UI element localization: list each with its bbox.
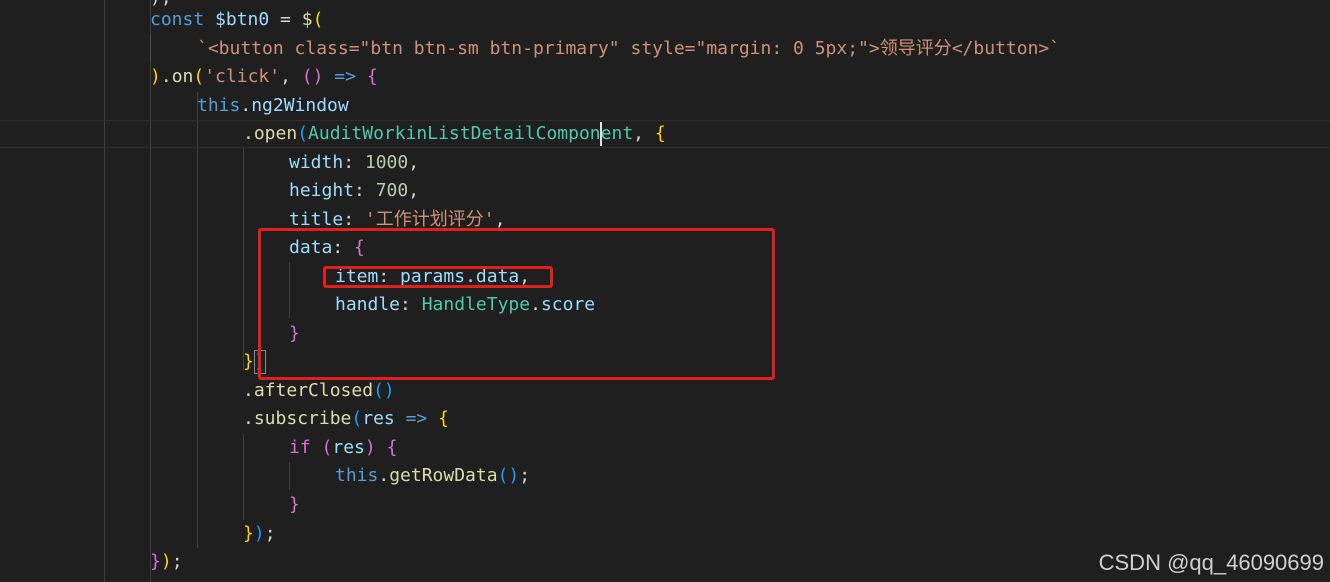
code-token: (): [497, 465, 520, 486]
code-line[interactable]: .subscribe(res => {: [0, 405, 1330, 433]
code-token: ,: [633, 123, 655, 144]
code-line[interactable]: const $btn0 = $(: [0, 6, 1330, 34]
code-token: (: [321, 437, 333, 458]
code-token: title: [289, 209, 344, 230]
code-token: ,: [280, 66, 302, 87]
watermark: CSDN @qq_46090699: [1098, 550, 1324, 575]
code-line[interactable]: ).on('click', () => {: [0, 63, 1330, 91]
code-token: getRowData: [389, 465, 498, 486]
code-token: ng2Window: [251, 95, 349, 116]
code-token: (: [193, 66, 205, 87]
code-token: $btn0: [215, 9, 270, 30]
code-line[interactable]: });: [0, 520, 1330, 548]
code-token: .: [240, 95, 252, 116]
code-token: (: [297, 123, 309, 144]
code-token: }: [243, 523, 254, 544]
code-token: res: [332, 437, 365, 458]
code-token: `<button class="btn btn-sm btn-primary" …: [197, 38, 1061, 59]
code-line[interactable]: .open(AuditWorkinListDetailComponent, {: [0, 120, 1330, 148]
code-token: const: [150, 9, 216, 30]
code-token: 1000: [364, 152, 409, 173]
code-token: =>: [323, 66, 367, 87]
text-cursor: [600, 122, 602, 146]
code-token: (): [301, 66, 324, 87]
code-token: ;: [171, 551, 183, 572]
code-token: :: [354, 180, 376, 201]
code-line[interactable]: if (res) {: [0, 434, 1330, 462]
code-token: (: [312, 9, 324, 30]
code-token: res: [362, 408, 395, 429]
code-token: :: [343, 209, 365, 230]
code-token: subscribe: [253, 408, 352, 429]
code-token: }: [243, 351, 254, 372]
code-token: on: [171, 66, 194, 87]
code-token: {: [386, 437, 398, 458]
code-token: ): [253, 523, 265, 544]
code-token: ,: [408, 180, 420, 201]
code-token: ): [364, 437, 376, 458]
code-line[interactable]: .afterClosed(): [0, 377, 1330, 405]
code-token: =: [269, 9, 302, 30]
code-line[interactable]: `<button class="btn btn-sm btn-primary" …: [0, 35, 1330, 63]
code-token: .: [243, 380, 254, 401]
code-token: AuditWorkinListDetailComponent: [308, 123, 634, 144]
code-token: if: [289, 437, 311, 458]
code-token: (): [373, 380, 395, 401]
code-token: ): [160, 551, 172, 572]
code-token: height: [289, 180, 355, 201]
code-token: ;: [519, 465, 531, 486]
code-token: $: [301, 9, 313, 30]
code-token: '工作计划评分': [364, 209, 495, 230]
code-token: .: [243, 123, 254, 144]
code-token: ,: [494, 209, 506, 230]
code-token: afterClosed: [253, 380, 374, 401]
code-token: =>: [394, 408, 439, 429]
annotation-box-data-object: [258, 228, 775, 380]
code-token: this: [197, 95, 241, 116]
code-token: (: [351, 408, 363, 429]
code-token: 'click': [204, 66, 281, 87]
annotation-box-item-line: [323, 266, 553, 288]
code-token: ,: [408, 152, 420, 173]
code-token: }: [150, 551, 161, 572]
code-token: ;: [264, 523, 276, 544]
code-token: open: [253, 123, 298, 144]
code-token: }: [289, 494, 300, 515]
code-line[interactable]: this.getRowData();: [0, 462, 1330, 490]
code-line[interactable]: width: 1000,: [0, 149, 1330, 177]
code-token: {: [438, 408, 449, 429]
code-token: {: [366, 66, 378, 87]
code-editor[interactable]: ); const $btn0 = $( `<button class="btn …: [0, 0, 1330, 582]
code-token: .: [378, 465, 390, 486]
code-line[interactable]: this.ng2Window: [0, 92, 1330, 120]
code-token: {: [654, 123, 666, 144]
code-token: .: [160, 66, 172, 87]
code-token: 700: [375, 180, 409, 201]
code-token: .: [243, 408, 254, 429]
code-token: ): [150, 66, 161, 87]
code-token: width: [289, 152, 344, 173]
code-line[interactable]: }: [0, 491, 1330, 519]
code-line[interactable]: height: 700,: [0, 177, 1330, 205]
code-token: this: [335, 465, 379, 486]
code-token: :: [343, 152, 365, 173]
